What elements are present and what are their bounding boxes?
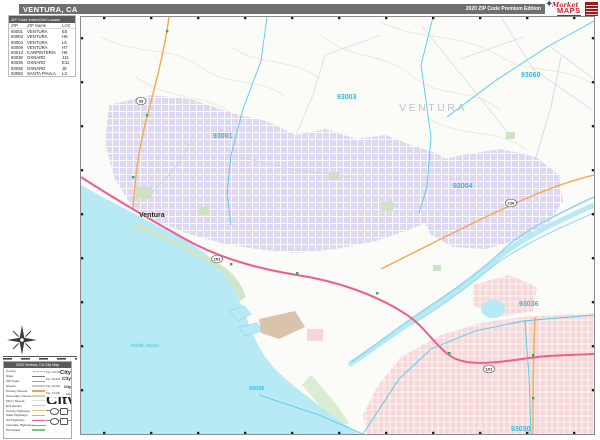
- legend-line-sample: [32, 376, 45, 377]
- zip-label-93035: 93035: [249, 386, 264, 392]
- legend-item-label: ZIP Code: [6, 379, 19, 383]
- legend-line-sample: [32, 371, 45, 372]
- shield-ca-126: 126: [508, 201, 515, 206]
- golf-course-area: [259, 311, 305, 339]
- oval-shield-icon: [50, 418, 59, 425]
- legend-item-label: Interstate Highways: [6, 423, 33, 427]
- highway-shield-sample-2: [46, 416, 71, 424]
- zip-label-93001: 93001: [213, 133, 233, 140]
- legend-city-item: Pop. 10,000 - 24,999 City: [46, 390, 71, 397]
- population-range-label: Pop. 50,000 - 99,999: [46, 378, 60, 381]
- legend-line-sample: [32, 381, 45, 382]
- zip-index-title: ZIP Code Index/Grid Locator: [9, 16, 75, 23]
- pond: [481, 300, 505, 318]
- col-zip-name: ZIP Name: [27, 23, 62, 28]
- legend-line-sample: [32, 405, 45, 406]
- legend-item: Toll Roads: [6, 428, 45, 433]
- highway-shield-sample: [46, 406, 71, 414]
- legend-line-sample: [32, 420, 45, 421]
- page-title: VENTURA, CA: [19, 5, 78, 14]
- legend-item-label: Secondary Streets: [6, 394, 31, 398]
- legend-item-label: County: [6, 369, 16, 373]
- legend-city-item: Pop. Under 10,000 City: [46, 397, 71, 404]
- header-bar: VENTURA, CA 2020 ZIP Code Premium Editio…: [19, 4, 545, 14]
- zip-label-93030: 93030: [511, 426, 531, 433]
- zip-code-cell: 93060: [11, 71, 27, 76]
- legend-line-sample: [32, 400, 45, 401]
- city-label-ventura: Ventura: [139, 212, 165, 219]
- area-label-ventura: VENTURA: [399, 102, 467, 114]
- legend-line-sample: [32, 415, 45, 416]
- shield-us-101: 101: [214, 257, 221, 262]
- zip-label-93004: 93004: [453, 183, 473, 190]
- legend-item-label: US Highways: [6, 418, 25, 422]
- zip-index-table: ZIP Code Index/Grid Locator ZIP ZIP Name…: [8, 15, 76, 77]
- map-svg: 33 101 126 101 VENTURA 93001 93003 93004…: [81, 17, 594, 434]
- legend-line-sample: [32, 390, 45, 391]
- legend-city-items: Pop. 100,000 & Over City Pop. 50,000 - 9…: [46, 369, 71, 404]
- population-range-label: Pop. 25,000 - 49,999: [46, 385, 60, 388]
- legend-item-label: State: [6, 374, 13, 378]
- population-range-label: Pop. 10,000 - 24,999: [46, 392, 60, 395]
- table-row: 93060 SANTA PAULA L3: [9, 71, 75, 76]
- legend-item-label: County Highways: [6, 409, 30, 413]
- legend-line-items: County State ZIP Code Streets: [6, 369, 45, 433]
- zip-label-93060: 93060: [521, 72, 541, 79]
- zip-label-93036: 93036: [519, 301, 539, 308]
- legend-city-item: Pop. 50,000 - 99,999 City: [46, 376, 71, 383]
- legend-line-sample: [32, 429, 45, 430]
- compass-rose-icon: [6, 324, 38, 356]
- legend-item-label: Primary Streets: [6, 389, 27, 393]
- city-label-sample: City: [64, 385, 71, 389]
- shield-ca-33: 33: [139, 99, 144, 104]
- city-label-sample: City: [60, 370, 71, 376]
- grid-loc-cell: L3: [62, 71, 73, 76]
- legend-line-sample: [32, 385, 45, 386]
- city-label-sample: City: [62, 377, 71, 382]
- scale-bar: [3, 356, 77, 360]
- water-label: Pacific Ocean: [131, 343, 159, 348]
- legend-city-item: Pop. 100,000 & Over City: [46, 369, 71, 376]
- legend-item-label: Streets: [6, 384, 16, 388]
- col-loc: LOC: [62, 23, 73, 28]
- city-label-sample: City: [46, 397, 71, 404]
- legend-line-sample: [32, 395, 45, 396]
- logo-block-text: MAPS: [557, 7, 581, 16]
- legend-item-label: Minor Streets: [6, 399, 24, 403]
- city-label-sample: City: [66, 392, 71, 396]
- map-canvas: 33 101 126 101 VENTURA 93001 93003 93004…: [80, 16, 595, 435]
- zip-index-rows: 93001 VENTURA E5 93003 VENTURA H6 93004 …: [9, 29, 75, 76]
- rural-roads: [296, 17, 594, 139]
- legend-item-label: State Highways: [6, 413, 28, 417]
- population-range-label: Pop. 100,000 & Over: [46, 371, 60, 374]
- legend-line-sample: [32, 410, 45, 411]
- logo-badge: [585, 2, 598, 16]
- zip-label-93003: 93003: [337, 94, 357, 101]
- box-shield-icon: [60, 408, 68, 415]
- box-shield-icon: [60, 418, 68, 425]
- shield-us-101-south: 101: [486, 367, 493, 372]
- legend-city-item: Pop. 25,000 - 49,999 City: [46, 383, 71, 390]
- legend-item-label: Toll Roads: [6, 428, 20, 432]
- col-zip: ZIP: [11, 23, 27, 28]
- legend-item-label: Exit Ramps: [6, 404, 22, 408]
- map-legend: 2020 Ventura, CA City Map County State Z…: [3, 361, 72, 439]
- zip-name-cell: SANTA PAULA: [27, 71, 62, 76]
- oval-shield-icon: [50, 408, 59, 415]
- urban-area-east-ventura: [415, 149, 563, 249]
- edition-label: 2020 ZIP Code Premium Edition: [466, 6, 545, 12]
